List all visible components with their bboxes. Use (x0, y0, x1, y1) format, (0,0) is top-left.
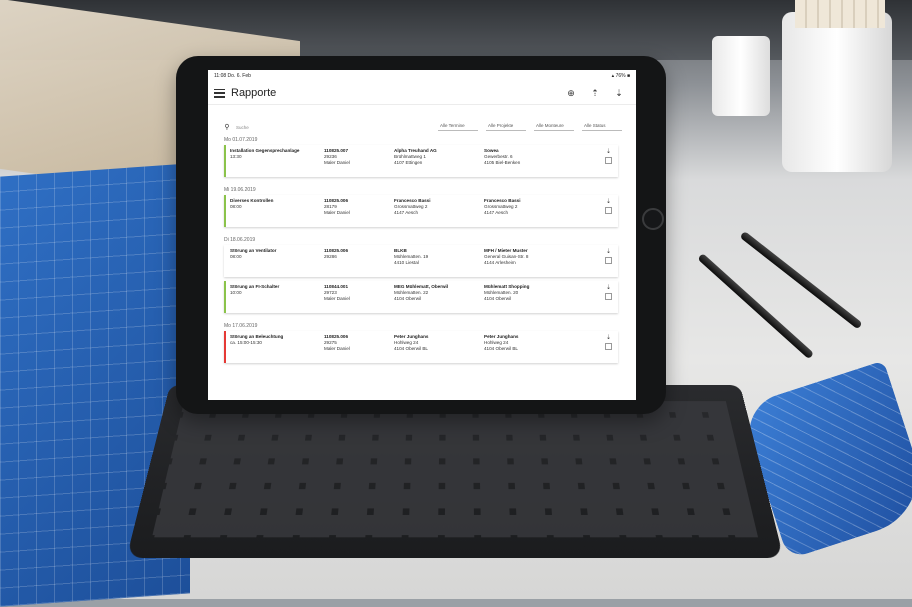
filter-bar: ⚲ Suche Alle Termine Alle Projekte Alle … (208, 105, 636, 131)
report-card[interactable]: Diverses Kontrollen 08:00 110825.006 281… (224, 195, 618, 227)
download-icon[interactable]: ⇣ (606, 248, 611, 255)
pencils (795, 0, 885, 28)
report-title-col: Diverses Kontrollen 08:00 (226, 195, 320, 227)
day-header: Mi 19.06.2019 (208, 181, 636, 195)
day-header: Di 18.06.2019 (208, 231, 636, 245)
card-actions: ⇣ (605, 148, 612, 164)
status-time: 11:08 Do. 6. Feb (214, 73, 251, 79)
report-time: 08:00 (230, 254, 316, 260)
download-icon[interactable]: ⇣ (606, 284, 611, 291)
select-checkbox[interactable] (605, 157, 612, 164)
plus-circle-icon[interactable]: ⊕ (566, 88, 576, 99)
report-person: Maler Daniel (324, 296, 386, 302)
filter-projekte[interactable]: Alle Projekte (486, 123, 526, 131)
client-city: 4410 Liestal (394, 260, 476, 266)
report-card[interactable]: Störung an Ventilator 08:00 110825.006 2… (224, 245, 618, 277)
filter-status[interactable]: Alle Status (582, 123, 622, 131)
report-title-col: Installation Gegensprechanlage 13:30 (226, 145, 320, 177)
client-address-col: Alpha Treuhand AG Brühlmattweg 1 4107 Et… (390, 145, 480, 177)
pen (740, 231, 863, 330)
app-bar: Rapporte ⊕ ⇡ ⇣ (208, 82, 636, 105)
report-number-col: 110825.006 28179 Maler Daniel (320, 195, 390, 227)
download-icon[interactable]: ⇣ (606, 334, 611, 341)
report-number-col: 110844.001 29723 Maler Daniel (320, 281, 390, 313)
download-icon[interactable]: ⇣ (614, 88, 624, 99)
day-header: Mo 01.07.2019 (208, 131, 636, 145)
menu-icon[interactable] (214, 89, 225, 98)
client-address-col: BLKB Mühlematten. 19 4410 Liestal (390, 245, 480, 277)
report-number-col: 110825.006 29286 (320, 245, 390, 277)
report-title-col: Störung an FI-Schalter 10:00 (226, 281, 320, 313)
site-city: 4104 Oberwil (484, 296, 564, 302)
page-title: Rapporte (231, 87, 566, 99)
report-title-col: Störung an Ventilator 08:00 (226, 245, 320, 277)
upload-icon[interactable]: ⇡ (590, 88, 600, 99)
report-person: Maler Daniel (324, 160, 386, 166)
report-time: 13:30 (230, 154, 316, 160)
report-number-col: 110825.006 29275 Maler Daniel (320, 331, 390, 363)
client-address-col: Francesco Bassi Grossmattweg 2 4147 Aesc… (390, 195, 480, 227)
search-icon: ⚲ (222, 123, 232, 131)
pencil-holder (782, 12, 892, 172)
card-actions: ⇣ (605, 334, 612, 350)
report-card[interactable]: Störung an FI-Schalter 10:00 110844.001 … (224, 281, 618, 313)
site-city: 4147 Aesch (484, 210, 564, 216)
report-person: Maler Daniel (324, 210, 386, 216)
report-title-col: Störung an Beleuchtung ca. 15:00-15:30 (226, 331, 320, 363)
report-code: 29286 (324, 254, 386, 260)
search-placeholder: Suche (236, 125, 249, 130)
client-city: 4107 Ettingen (394, 160, 476, 166)
download-icon[interactable]: ⇣ (606, 148, 611, 155)
site-address-col: Mühlematt Shopping Mühlematten. 20 4104 … (480, 281, 568, 313)
card-actions: ⇣ (605, 248, 612, 264)
tablet-screen: 11:08 Do. 6. Feb ▴ 76% ■ Rapporte ⊕ ⇡ ⇣ … (208, 70, 636, 400)
site-city: 4144 Arlesheim (484, 260, 564, 266)
select-checkbox[interactable] (605, 343, 612, 350)
day-header: Mo 17.06.2019 (208, 317, 636, 331)
select-checkbox[interactable] (605, 257, 612, 264)
report-person: Maler Daniel (324, 346, 386, 352)
report-list: Mo 01.07.2019 Installation Gegensprechan… (208, 131, 636, 363)
client-city: 4147 Aesch (394, 210, 476, 216)
site-address-col: Peter Junghans Hohlweg 24 4104 Oberwil B… (480, 331, 568, 363)
filter-monteure[interactable]: Alle Monteure (534, 123, 574, 131)
report-time: 10:00 (230, 290, 316, 296)
filter-termine[interactable]: Alle Termine (438, 123, 478, 131)
site-city: 4105 Biel-Benken (484, 160, 564, 166)
cup (712, 36, 770, 116)
status-bar: 11:08 Do. 6. Feb ▴ 76% ■ (208, 70, 636, 82)
status-battery: ▴ 76% ■ (612, 73, 630, 79)
report-card[interactable]: Störung an Beleuchtung ca. 15:00-15:30 1… (224, 331, 618, 363)
client-city: 4104 Oberwil BL (394, 346, 476, 352)
tablet: 11:08 Do. 6. Feb ▴ 76% ■ Rapporte ⊕ ⇡ ⇣ … (176, 56, 666, 414)
search-field[interactable]: ⚲ Suche (222, 123, 430, 131)
site-address-col: Sowea Gewerbestr. 6 4105 Biel-Benken (480, 145, 568, 177)
keyboard-keys (152, 401, 758, 537)
client-address-col: Peter Junghans Hohlweg 24 4104 Oberwil B… (390, 331, 480, 363)
client-city: 4104 Oberwil (394, 296, 476, 302)
card-actions: ⇣ (605, 198, 612, 214)
report-time: ca. 15:00-15:30 (230, 340, 316, 346)
report-number-col: 110825.007 29236 Maler Daniel (320, 145, 390, 177)
site-city: 4104 Oberwil BL (484, 346, 564, 352)
site-address-col: MFH / Mieter Muster General Guisan-Str. … (480, 245, 568, 277)
site-address-col: Francesco Bassi Grossmattweg 2 4147 Aesc… (480, 195, 568, 227)
report-card[interactable]: Installation Gegensprechanlage 13:30 110… (224, 145, 618, 177)
select-checkbox[interactable] (605, 207, 612, 214)
background-scene: 11:08 Do. 6. Feb ▴ 76% ■ Rapporte ⊕ ⇡ ⇣ … (0, 0, 912, 599)
home-button[interactable] (642, 208, 664, 230)
select-checkbox[interactable] (605, 293, 612, 300)
download-icon[interactable]: ⇣ (606, 198, 611, 205)
report-time: 08:00 (230, 204, 316, 210)
pen (697, 253, 814, 359)
client-address-col: MEG Mühlematt, Oberwil Mühlematten. 22 4… (390, 281, 480, 313)
card-actions: ⇣ (605, 284, 612, 300)
